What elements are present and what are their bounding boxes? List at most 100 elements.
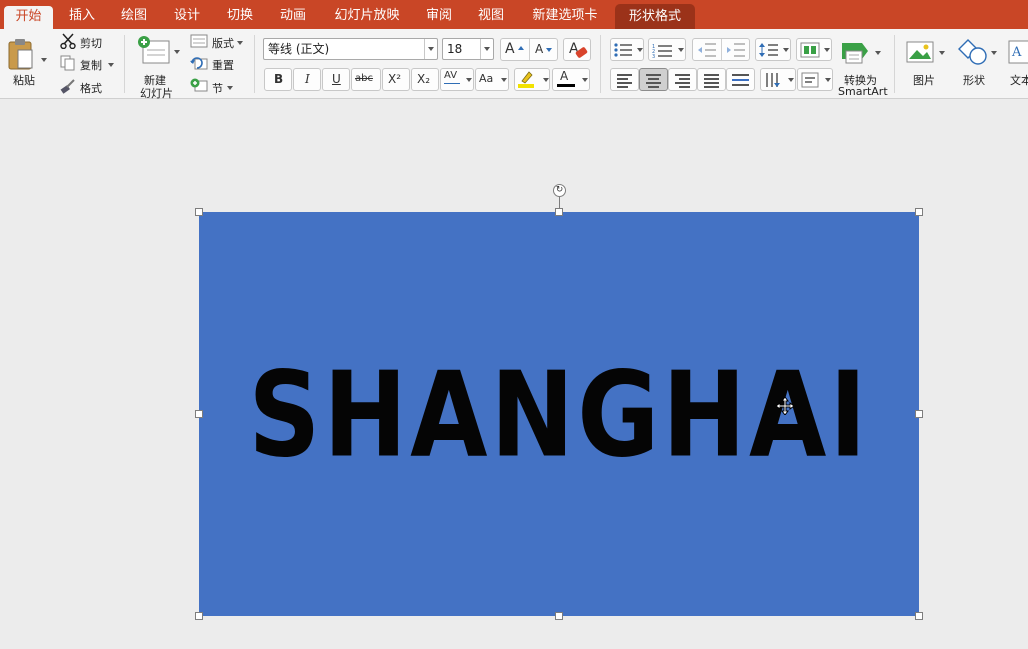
resize-handle-bottom-right[interactable] bbox=[915, 612, 923, 620]
paste-dropdown-caret[interactable] bbox=[41, 58, 47, 62]
font-name-dropdown-button[interactable] bbox=[424, 39, 437, 59]
layout-dropdown-caret[interactable] bbox=[237, 41, 243, 45]
cut-button[interactable]: 剪切 bbox=[58, 33, 108, 51]
resize-handle-top[interactable] bbox=[555, 208, 563, 216]
tab-transitions[interactable]: 切换 bbox=[224, 0, 256, 29]
section-label: 节 bbox=[212, 82, 223, 95]
change-case-button[interactable]: Aa bbox=[475, 68, 509, 91]
grow-font-button[interactable]: A bbox=[501, 39, 529, 60]
tab-insert[interactable]: 插入 bbox=[66, 0, 98, 29]
distributed-button[interactable] bbox=[726, 68, 755, 91]
copy-dropdown-caret[interactable] bbox=[108, 63, 114, 67]
indent-buttons-group bbox=[692, 38, 750, 61]
line-spacing-button[interactable] bbox=[755, 38, 791, 61]
paintbrush-icon bbox=[60, 79, 75, 94]
italic-button[interactable]: I bbox=[293, 68, 321, 91]
tab-slideshow[interactable]: 幻灯片放映 bbox=[331, 0, 403, 29]
character-spacing-dropdown-caret[interactable] bbox=[466, 78, 472, 82]
align-left-button[interactable] bbox=[610, 68, 639, 91]
text-direction-dropdown-caret[interactable] bbox=[788, 78, 794, 82]
increase-indent-button[interactable] bbox=[721, 39, 749, 60]
format-painter-button[interactable]: 格式 bbox=[58, 78, 108, 96]
resize-handle-top-left[interactable] bbox=[195, 208, 203, 216]
tab-shape-format[interactable]: 形状格式 bbox=[615, 4, 695, 29]
selected-rectangle-shape[interactable]: SHANGHAI bbox=[199, 212, 919, 616]
columns-button[interactable] bbox=[796, 38, 832, 61]
character-spacing-button[interactable]: AV bbox=[440, 68, 474, 91]
resize-handle-right[interactable] bbox=[915, 410, 923, 418]
section-button[interactable]: 节 bbox=[190, 78, 240, 96]
picture-dropdown-caret[interactable] bbox=[939, 51, 945, 55]
highlight-dropdown-caret[interactable] bbox=[543, 78, 549, 82]
numbering-dropdown-caret[interactable] bbox=[678, 48, 684, 52]
paste-button[interactable] bbox=[6, 37, 47, 75]
new-slide-button[interactable]: 新建 幻灯片 bbox=[136, 35, 180, 100]
insert-shape-button[interactable]: 形状 bbox=[956, 37, 1000, 87]
resize-handle-left[interactable] bbox=[195, 410, 203, 418]
font-name-select[interactable]: 等线 (正文) bbox=[263, 38, 438, 60]
tab-new-tab[interactable]: 新建选项卡 bbox=[528, 0, 602, 29]
font-size-select[interactable]: 18 bbox=[442, 38, 494, 60]
layout-label: 版式 bbox=[212, 37, 234, 50]
line-spacing-dropdown-caret[interactable] bbox=[783, 48, 789, 52]
font-size-value: 18 bbox=[447, 42, 463, 56]
copy-button[interactable]: 复制 bbox=[58, 55, 116, 73]
new-slide-icon bbox=[138, 36, 170, 64]
font-color-button[interactable]: A bbox=[552, 68, 590, 91]
ribbon-tab-bar: 开始 插入 绘图 设计 切换 动画 幻灯片放映 审阅 视图 新建选项卡 形状格式 bbox=[0, 0, 1028, 29]
smartart-icon bbox=[842, 43, 868, 64]
columns-dropdown-caret[interactable] bbox=[824, 48, 830, 52]
layout-button[interactable]: 版式 bbox=[190, 33, 246, 51]
shape-label: 形状 bbox=[963, 74, 985, 87]
reset-button[interactable]: 重置 bbox=[190, 55, 240, 73]
bullets-dropdown-caret[interactable] bbox=[637, 48, 643, 52]
subscript-button[interactable]: X₂ bbox=[411, 68, 439, 91]
resize-handle-bottom[interactable] bbox=[555, 612, 563, 620]
justify-button[interactable] bbox=[697, 68, 726, 91]
new-slide-dropdown-caret[interactable] bbox=[174, 50, 180, 54]
insert-text-button[interactable]: A 文本 bbox=[1006, 37, 1028, 87]
font-color-dropdown-caret[interactable] bbox=[582, 78, 588, 82]
section-dropdown-caret[interactable] bbox=[227, 86, 233, 90]
bold-label: B bbox=[274, 72, 284, 86]
resize-handle-bottom-left[interactable] bbox=[195, 612, 203, 620]
tab-review[interactable]: 审阅 bbox=[423, 0, 455, 29]
font-size-dropdown-button[interactable] bbox=[480, 39, 493, 59]
tab-animations[interactable]: 动画 bbox=[277, 0, 309, 29]
convert-to-smartart-button[interactable]: 转换为 SmartArt bbox=[838, 37, 888, 98]
change-case-dropdown-caret[interactable] bbox=[501, 78, 507, 82]
align-text-button[interactable] bbox=[797, 68, 833, 91]
font-color-swatch bbox=[557, 84, 575, 87]
resize-handle-top-right[interactable] bbox=[915, 208, 923, 216]
bold-button[interactable]: B bbox=[264, 68, 292, 91]
tab-design[interactable]: 设计 bbox=[171, 0, 203, 29]
increase-indent-icon bbox=[727, 43, 745, 57]
spacing-arrow-icon bbox=[444, 83, 460, 84]
numbering-button[interactable]: 1 2 3 bbox=[648, 38, 686, 61]
rotation-handle[interactable]: ↻ bbox=[553, 184, 566, 197]
clear-formatting-button[interactable]: A bbox=[563, 38, 591, 61]
underline-button[interactable]: U bbox=[322, 68, 350, 91]
align-center-button[interactable] bbox=[639, 68, 668, 91]
strikethrough-button[interactable]: abc bbox=[351, 68, 381, 91]
shape-text[interactable]: SHANGHAI bbox=[199, 176, 919, 649]
text-label: 文本 bbox=[1010, 74, 1028, 87]
text-direction-button[interactable] bbox=[760, 68, 796, 91]
shrink-font-icon: A bbox=[535, 42, 544, 56]
grow-font-icon: A bbox=[505, 41, 515, 57]
highlight-button[interactable] bbox=[514, 68, 550, 91]
insert-picture-button[interactable]: 图片 bbox=[904, 37, 948, 87]
align-text-dropdown-caret[interactable] bbox=[825, 78, 831, 82]
smartart-dropdown-caret[interactable] bbox=[875, 51, 881, 55]
shrink-font-button[interactable]: A bbox=[529, 39, 557, 60]
shape-dropdown-caret[interactable] bbox=[991, 51, 997, 55]
tab-home[interactable]: 开始 bbox=[4, 6, 53, 29]
bullets-button[interactable] bbox=[610, 38, 644, 61]
tab-draw[interactable]: 绘图 bbox=[118, 0, 150, 29]
superscript-button[interactable]: X² bbox=[382, 68, 410, 91]
decrease-indent-button[interactable] bbox=[693, 39, 721, 60]
tab-view[interactable]: 视图 bbox=[475, 0, 507, 29]
columns-icon bbox=[800, 42, 820, 58]
align-right-button[interactable] bbox=[668, 68, 697, 91]
format-painter-label: 格式 bbox=[80, 82, 102, 95]
